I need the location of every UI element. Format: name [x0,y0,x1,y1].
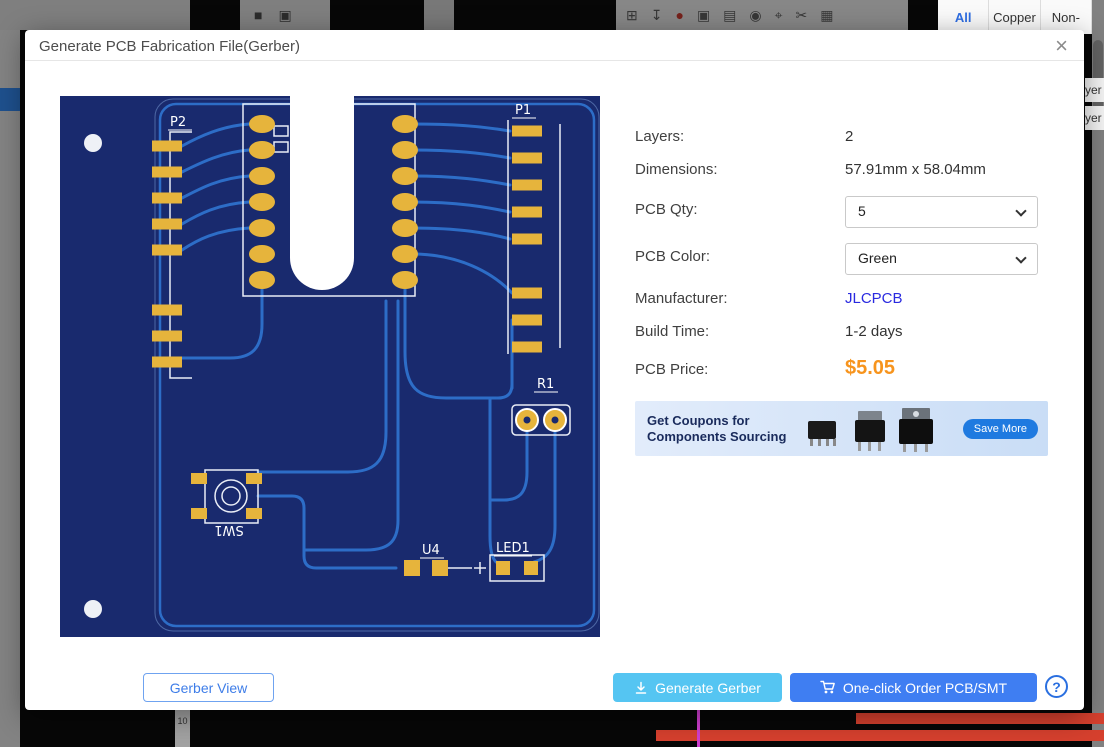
coupon-line1: Get Coupons for [647,412,750,428]
pcb-color-select[interactable]: Green [845,243,1038,275]
help-icon[interactable]: ? [1045,675,1068,698]
pcb-mounting-hole [84,600,102,618]
pcb-price-row: PCB Price: $5.05 [635,357,1048,383]
help-glyph: ? [1052,678,1061,695]
build-time-value: 1-2 days [845,323,903,340]
p1-label: P1 [515,103,531,118]
pcb-qty-select[interactable]: 5 [845,196,1038,228]
layers-row: Layers: 2 [635,128,1048,150]
pcb-mounting-hole [84,134,102,152]
led1-label: LED1 [496,541,530,556]
components-image [786,405,962,453]
gerber-dialog: Generate PCB Fabrication File(Gerber) × [25,30,1084,710]
pcb-slot-cutout [290,96,354,290]
pcb-color-value: Green [858,250,897,266]
u4-label: U4 [422,543,440,558]
tab-non[interactable]: Non- [1041,0,1092,34]
manufacturer-row: Manufacturer: JLCPCB [635,290,1048,312]
cart-icon [820,680,835,694]
generate-gerber-button[interactable]: Generate Gerber [613,673,782,702]
dimensions-label: Dimensions: [635,161,718,178]
build-time-label: Build Time: [635,323,710,340]
pcb-qty-value: 5 [858,203,866,219]
generate-gerber-label: Generate Gerber [655,679,761,696]
gerber-view-label: Gerber View [169,679,248,696]
layer-name-fragment: yer [1085,106,1104,130]
sw1-label: SW1 [214,522,243,537]
pcb-render: P2 P1 R1 U4 LED1 SW1 [60,96,600,637]
pcb-color-label: PCB Color: [635,248,711,265]
layer-filter-tabs: All Copper Non- [938,0,1092,34]
pcb-price-value: $5.05 [845,357,896,379]
layers-value: 2 [845,128,854,145]
layer-name-fragment: yer [1085,78,1104,102]
dimensions-row: Dimensions: 57.91mm x 58.04mm [635,161,1048,183]
fabrication-info-panel: Layers: 2 Dimensions: 57.91mm x 58.04mm … [635,96,1048,596]
coupon-banner-text: Get Coupons for Components Sourcing [647,413,786,445]
pcb-qty-label: PCB Qty: [635,201,698,218]
tab-copper[interactable]: Copper [989,0,1041,34]
chevron-down-icon [1015,252,1027,264]
dimensions-value: 57.91mm x 58.04mm [845,161,986,178]
canvas-outline-trace [697,706,700,747]
dialog-header: Generate PCB Fabrication File(Gerber) × [25,30,1084,61]
layers-label: Layers: [635,128,685,145]
pcb-price-label: PCB Price: [635,361,709,378]
order-pcb-smt-label: One-click Order PCB/SMT [842,679,1008,696]
r1-label: R1 [537,377,554,392]
gerber-view-button[interactable]: Gerber View [143,673,274,702]
build-time-row: Build Time: 1-2 days [635,323,1048,345]
canvas-copper-trace [656,730,1104,741]
pcb-preview-image: P2 P1 R1 U4 LED1 SW1 [60,96,600,637]
canvas-copper-trace [856,713,1104,724]
dialog-title: Generate PCB Fabrication File(Gerber) [39,38,300,55]
close-icon[interactable]: × [1055,33,1068,59]
tab-all[interactable]: All [938,0,990,34]
manufacturer-link[interactable]: JLCPCB [845,290,903,307]
order-pcb-smt-button[interactable]: One-click Order PCB/SMT [790,673,1037,702]
coupon-line2: Components Sourcing [647,428,787,444]
p2-label: P2 [170,115,186,130]
save-more-button[interactable]: Save More [962,418,1038,439]
coupon-banner[interactable]: Get Coupons for Components Sourcing Save… [635,401,1048,456]
chevron-down-icon [1015,205,1027,217]
manufacturer-label: Manufacturer: [635,290,728,307]
download-icon [635,681,647,694]
